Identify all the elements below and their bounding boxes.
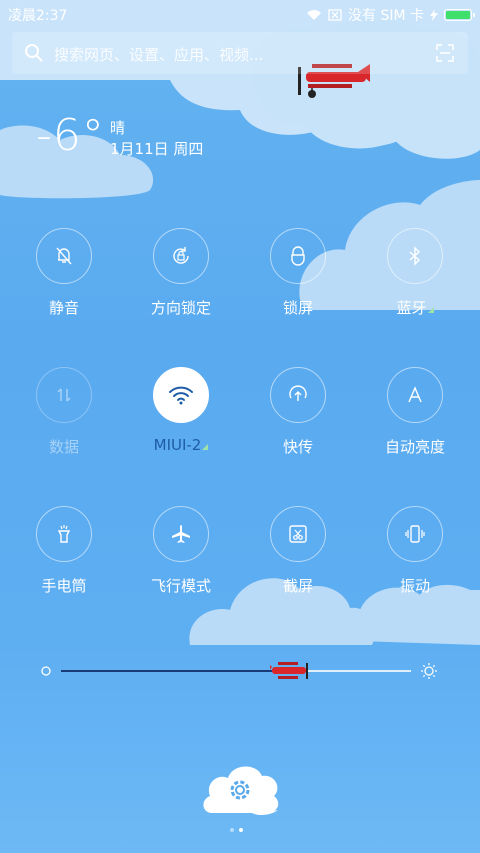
bell-off-icon	[36, 228, 92, 284]
toggle-auto-brightness[interactable]: 自动亮度	[360, 367, 470, 487]
biplane-slider-thumb[interactable]	[270, 660, 312, 682]
lock-icon	[270, 228, 326, 284]
battery-icon	[444, 9, 475, 21]
status-time: 凌晨2:37	[8, 8, 68, 24]
vibrate-icon	[387, 506, 443, 562]
toggle-label: 蓝牙	[360, 297, 470, 318]
wifi-icon	[153, 367, 209, 423]
toggle-lock-screen[interactable]: 锁屏	[243, 228, 353, 348]
status-bar: 凌晨2:37 没有 SIM 卡	[0, 0, 480, 28]
airplane-icon	[153, 506, 209, 562]
toggle-screenshot[interactable]: 截屏	[243, 506, 353, 626]
auto-brightness-icon	[387, 367, 443, 423]
toggle-label: 自动亮度	[384, 438, 445, 456]
toggle-airplane-mode[interactable]: 飞行模式	[126, 506, 236, 626]
toggle-label: 静音	[48, 299, 79, 317]
flashlight-icon	[36, 506, 92, 562]
toggle-label: 飞行模式	[150, 577, 211, 595]
toggle-data[interactable]: 数据	[9, 367, 119, 487]
status-icons: 没有 SIM 卡	[306, 5, 475, 25]
charging-icon	[430, 9, 438, 21]
brightness-high-icon	[421, 663, 437, 679]
toggle-vibrate[interactable]: 振动	[360, 506, 470, 626]
settings-cloud-button[interactable]	[200, 758, 282, 820]
data-arrows-icon	[36, 367, 92, 423]
search-icon	[25, 44, 43, 62]
toggle-label: MIUI-2	[126, 436, 236, 454]
toggle-label: 振动	[399, 577, 430, 595]
toggle-rotation-lock[interactable]: 方向锁定	[126, 228, 236, 348]
page-indicator	[230, 828, 243, 832]
brightness-slider[interactable]	[40, 660, 440, 682]
weather-temperature: -6°	[36, 110, 105, 161]
share-upload-icon	[270, 367, 326, 423]
search-placeholder: 搜索网页、设置、应用、视频...	[54, 46, 264, 64]
toggle-flashlight[interactable]: 手电筒	[9, 506, 119, 626]
toggle-label: 锁屏	[282, 299, 313, 317]
screenshot-icon	[270, 506, 326, 562]
rotation-lock-icon	[153, 228, 209, 284]
toggle-label: 手电筒	[41, 577, 87, 595]
sim-missing-icon	[328, 9, 342, 21]
toggle-bluetooth[interactable]: 蓝牙	[360, 228, 470, 348]
toggle-label: 数据	[48, 438, 79, 456]
scan-icon[interactable]	[436, 44, 454, 62]
toggle-label: 快传	[282, 438, 313, 456]
page-dot-active	[239, 828, 243, 832]
weather-condition: 晴	[110, 119, 126, 137]
page-dot	[230, 828, 234, 832]
no-sim-text: 没有 SIM 卡	[348, 8, 424, 24]
brightness-track[interactable]	[61, 670, 411, 672]
toggle-mute[interactable]: 静音	[9, 228, 119, 348]
brightness-low-icon	[41, 666, 51, 676]
toggle-wifi[interactable]: MIUI-2	[126, 367, 236, 487]
toggle-label: 方向锁定	[150, 299, 211, 317]
bluetooth-icon	[387, 228, 443, 284]
toggle-quick-share[interactable]: 快传	[243, 367, 353, 487]
weather-date: 1月11日 周四	[110, 140, 204, 158]
search-bar[interactable]: 搜索网页、设置、应用、视频...	[12, 32, 468, 74]
toggle-label: 截屏	[282, 577, 313, 595]
wifi-status-icon	[307, 10, 321, 20]
